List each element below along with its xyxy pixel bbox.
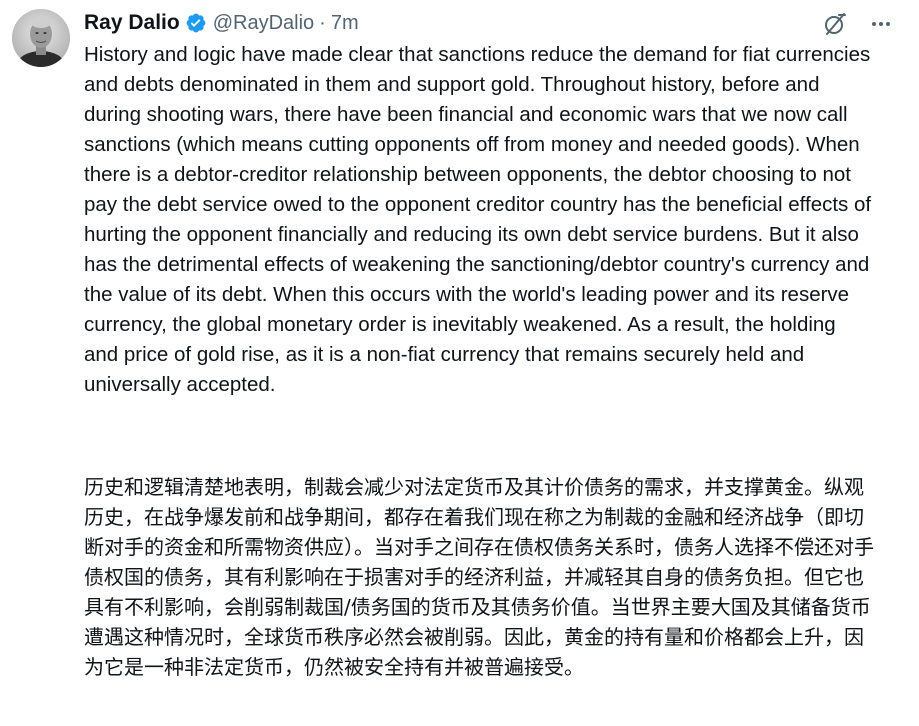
- timestamp[interactable]: 7m: [331, 12, 359, 35]
- tweet-header: Ray Dalio @RayDalio · 7m: [84, 8, 359, 38]
- more-horizontal-icon: [872, 22, 890, 26]
- tweet-text-chinese: 历史和逻辑清楚地表明，制裁会减少对法定货币及其计价债务的需求，并支撑黄金。纵观历…: [84, 475, 874, 679]
- avatar[interactable]: [12, 9, 70, 67]
- avatar-image: [12, 9, 70, 67]
- display-name[interactable]: Ray Dalio: [84, 11, 180, 35]
- separator-dot: ·: [319, 11, 326, 34]
- grok-icon: [825, 13, 846, 35]
- grok-button[interactable]: [821, 10, 849, 38]
- author-handle[interactable]: @RayDalio: [213, 12, 314, 35]
- more-options-button[interactable]: [867, 10, 895, 38]
- tweet: Ray Dalio @RayDalio · 7m History and log…: [0, 0, 919, 726]
- verified-badge-icon: [185, 12, 207, 34]
- tweet-text-english: History and logic have made clear that s…: [84, 43, 872, 396]
- tweet-actions: [821, 10, 895, 38]
